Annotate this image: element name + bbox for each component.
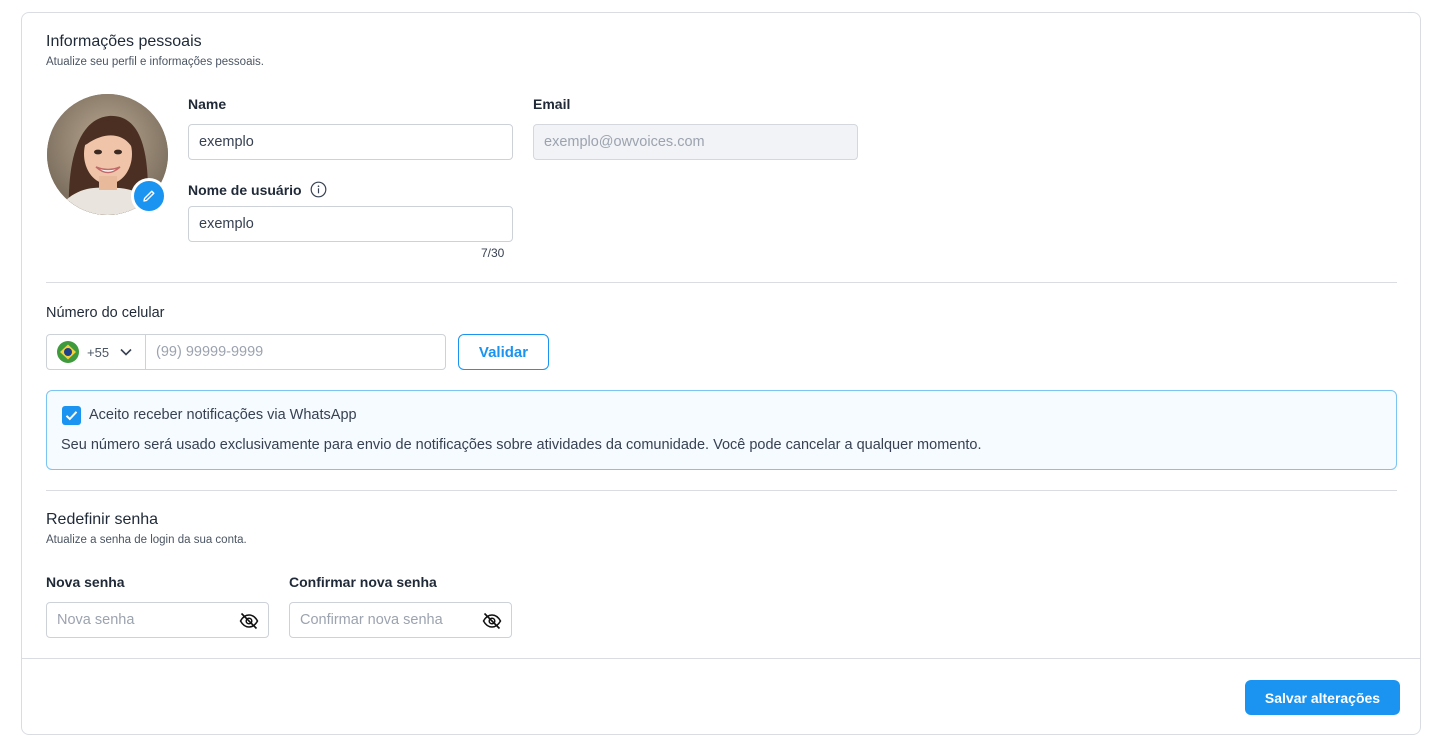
username-input[interactable]: exemplo: [188, 206, 513, 242]
whatsapp-description: Seu número será usado exclusivamente par…: [61, 437, 982, 453]
eye-off-icon[interactable]: [239, 612, 259, 630]
divider: [46, 282, 1397, 283]
username-counter: 7/30: [481, 246, 505, 260]
country-code: +55: [87, 344, 110, 360]
brazil-flag-icon: [57, 341, 79, 363]
country-code-select[interactable]: +55: [47, 335, 146, 369]
phone-field-group: +55 (99) 99999-9999: [46, 334, 446, 370]
email-input-placeholder: exemplo@owvoices.com: [544, 134, 705, 150]
new-password-label: Nova senha: [46, 574, 125, 590]
phone-input[interactable]: (99) 99999-9999: [146, 335, 445, 369]
new-password-placeholder: Nova senha: [57, 612, 135, 628]
personal-info-title: Informações pessoais: [46, 33, 202, 50]
username-label: Nome de usuário: [188, 181, 302, 198]
save-button[interactable]: Salvar alterações: [1245, 680, 1400, 715]
whatsapp-label: Aceito receber notificações via WhatsApp: [89, 407, 357, 423]
confirm-password-label: Confirmar nova senha: [289, 574, 437, 590]
check-icon: [65, 411, 78, 421]
password-title: Redefinir senha: [46, 511, 159, 528]
name-label: Name: [188, 96, 227, 112]
settings-card: Informações pessoais Atualize seu perfil…: [21, 12, 1421, 735]
footer-divider: [22, 658, 1420, 659]
whatsapp-checkbox[interactable]: [62, 406, 81, 425]
email-input: exemplo@owvoices.com: [533, 124, 858, 160]
name-input-value: exemplo: [199, 134, 254, 150]
validate-button[interactable]: Validar: [458, 334, 549, 370]
personal-info-subtitle: Atualize seu perfil e informações pessoa…: [46, 56, 264, 68]
eye-off-icon[interactable]: [482, 612, 502, 630]
name-input[interactable]: exemplo: [188, 124, 513, 160]
password-subtitle: Atualize a senha de login da sua conta.: [46, 534, 247, 546]
whatsapp-notice: Aceito receber notificações via WhatsApp…: [46, 390, 1397, 470]
phone-input-placeholder: (99) 99999-9999: [156, 344, 264, 360]
username-label-row: Nome de usuário: [188, 181, 327, 198]
info-icon[interactable]: [310, 181, 327, 198]
edit-avatar-button[interactable]: [131, 178, 167, 214]
chevron-down-icon: [120, 348, 132, 356]
divider: [46, 490, 1397, 491]
username-input-value: exemplo: [199, 216, 254, 232]
new-password-input[interactable]: Nova senha: [46, 602, 269, 638]
confirm-password-input[interactable]: Confirmar nova senha: [289, 602, 512, 638]
email-label: Email: [533, 96, 571, 112]
confirm-password-placeholder: Confirmar nova senha: [300, 612, 443, 628]
phone-label: Número do celular: [46, 305, 165, 321]
pencil-icon: [143, 190, 155, 202]
